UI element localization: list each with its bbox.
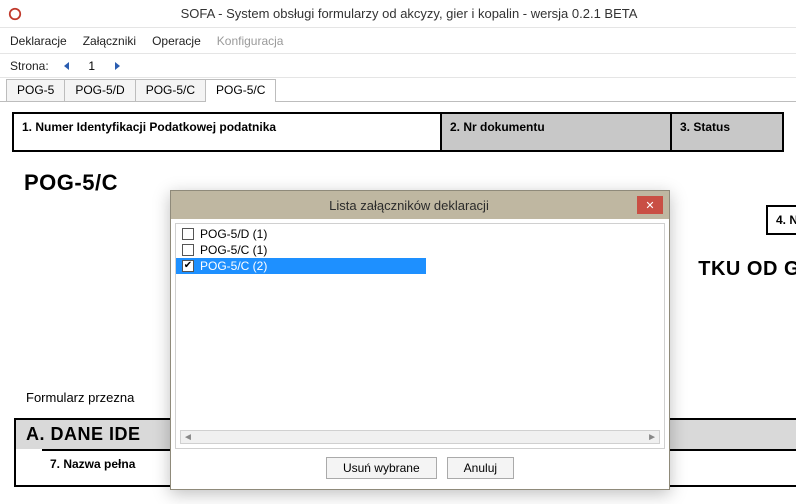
tabstrip: POG-5 POG-5/D POG-5/C POG-5/C xyxy=(0,78,796,102)
cell-status: 3. Status xyxy=(672,114,782,150)
cell-nip: 1. Numer Identyfikacji Podatkowej podatn… xyxy=(14,114,442,150)
menu-zalaczniki[interactable]: Załączniki xyxy=(83,34,136,48)
menu-konfiguracja: Konfiguracja xyxy=(217,34,284,48)
list-item-label: POG-5/D (1) xyxy=(200,227,267,241)
dialog-close-button[interactable]: ✕ xyxy=(637,196,663,214)
tab-pog5[interactable]: POG-5 xyxy=(6,79,65,101)
dialog-titlebar[interactable]: Lista załączników deklaracji ✕ xyxy=(171,191,669,219)
list-item[interactable]: POG-5/D (1) xyxy=(176,226,664,242)
pager-prev-icon[interactable] xyxy=(59,58,75,74)
menubar: Deklaracje Załączniki Operacje Konfigura… xyxy=(0,28,796,54)
list-item[interactable]: ✔ POG-5/C (2) xyxy=(176,258,426,274)
cancel-button[interactable]: Anuluj xyxy=(447,457,514,479)
pager: Strona: 1 xyxy=(0,54,796,78)
checkbox[interactable] xyxy=(182,228,194,240)
dialog-body: POG-5/D (1) POG-5/C (1) ✔ POG-5/C (2) ◄ … xyxy=(175,223,665,449)
list-item-label: POG-5/C (1) xyxy=(200,243,267,257)
dialog-footer: Usuń wybrane Anuluj xyxy=(171,453,669,489)
window-title: SOFA - System obsługi formularzy od akcy… xyxy=(30,6,788,21)
checkbox[interactable] xyxy=(182,244,194,256)
heading-cut: TKU OD GIEI xyxy=(698,258,796,281)
checkbox[interactable]: ✔ xyxy=(182,260,194,272)
attachments-dialog: Lista załączników deklaracji ✕ POG-5/D (… xyxy=(170,190,670,490)
tab-pog5c-2[interactable]: POG-5/C xyxy=(205,79,276,102)
scroll-left-icon[interactable]: ◄ xyxy=(183,432,193,443)
close-icon: ✕ xyxy=(645,199,654,212)
horizontal-scrollbar[interactable]: ◄ ► xyxy=(180,430,660,444)
tab-pog5c-1[interactable]: POG-5/C xyxy=(135,79,206,101)
list-item-label: POG-5/C (2) xyxy=(200,259,267,273)
menu-deklaracje[interactable]: Deklaracje xyxy=(10,34,67,48)
list-item[interactable]: POG-5/C (1) xyxy=(176,242,664,258)
app-icon xyxy=(8,7,22,21)
pager-label: Strona: xyxy=(10,59,49,73)
attachments-list[interactable]: POG-5/D (1) POG-5/C (1) ✔ POG-5/C (2) xyxy=(176,224,664,276)
form-description: Formularz przezna xyxy=(26,390,134,405)
scroll-right-icon[interactable]: ► xyxy=(647,432,657,443)
tab-pog5d[interactable]: POG-5/D xyxy=(64,79,135,101)
cell-nr-dokumentu: 2. Nr dokumentu xyxy=(442,114,672,150)
document-area: 1. Numer Identyfikacji Podatkowej podatn… xyxy=(0,102,796,196)
dialog-title: Lista załączników deklaracji xyxy=(181,198,637,213)
delete-selected-button[interactable]: Usuń wybrane xyxy=(326,457,437,479)
pager-page-number: 1 xyxy=(85,59,99,73)
header-row: 1. Numer Identyfikacji Podatkowej podatn… xyxy=(12,112,784,152)
side-box-4: 4. N xyxy=(766,205,796,235)
menu-operacje[interactable]: Operacje xyxy=(152,34,201,48)
titlebar: SOFA - System obsługi formularzy od akcy… xyxy=(0,0,796,28)
pager-next-icon[interactable] xyxy=(109,58,125,74)
